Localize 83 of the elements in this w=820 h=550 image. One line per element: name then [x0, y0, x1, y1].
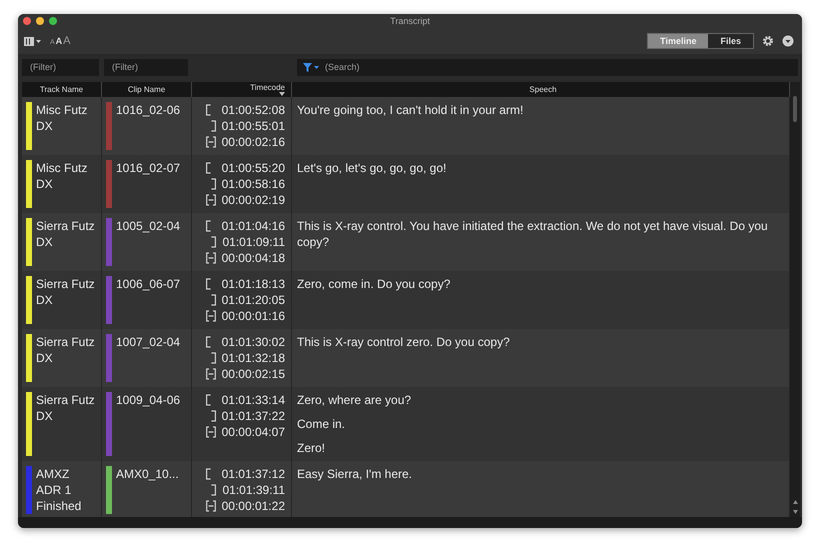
in-point-icon — [206, 336, 211, 348]
in-point-icon — [206, 162, 211, 174]
search-field[interactable]: (Search) — [297, 58, 798, 76]
in-point-icon — [206, 394, 211, 406]
search-input[interactable]: (Search) — [325, 62, 792, 72]
speech-text: Easy Sierra, I'm here. — [297, 466, 413, 482]
speech-text: Zero, come in. Do you copy? — [297, 276, 452, 292]
view-tab[interactable]: Files — [708, 34, 753, 48]
duration-icon — [206, 310, 216, 322]
timecode: 01:01:37:22 — [222, 408, 285, 424]
timecode: 00:00:04:18 — [222, 250, 285, 266]
speech-text: Come in. — [297, 416, 346, 432]
duration-icon — [206, 252, 216, 264]
columns-menu-icon[interactable] — [24, 36, 42, 46]
track-name: Misc Futz DX — [36, 102, 88, 135]
timecode: 00:00:01:16 — [222, 308, 285, 324]
speech-text: This is X-ray control. You have initiated the extraction. We do not yet have visual. Do you copy? — [297, 218, 769, 250]
timecode: 01:00:52:08 — [222, 102, 285, 118]
timecode: 01:01:30:02 — [222, 334, 285, 350]
timecode: 01:01:04:16 — [222, 218, 285, 234]
scrollbar[interactable] — [790, 82, 800, 517]
out-point-icon — [210, 294, 216, 306]
duration-icon — [206, 368, 216, 380]
timecode: 01:01:18:13 — [222, 276, 285, 292]
in-point-icon — [206, 468, 211, 480]
scroll-down-icon[interactable] — [792, 510, 798, 514]
window-title: Transcript — [390, 16, 430, 26]
settings-icon[interactable] — [762, 35, 774, 47]
timecode: 00:00:02:15 — [222, 366, 285, 382]
timecode: 01:01:09:11 — [222, 234, 285, 250]
out-point-icon — [210, 410, 216, 422]
out-point-icon — [210, 352, 216, 364]
track-name: Sierra Futz DX — [36, 334, 96, 367]
track-name: Misc Futz DX — [36, 160, 88, 193]
duration-icon — [206, 500, 216, 512]
timecode: 01:01:33:14 — [222, 392, 285, 408]
track-name: Sierra Futz DX — [36, 392, 96, 425]
track-name: Sierra Futz DX — [36, 218, 96, 251]
zoom-button[interactable] — [49, 17, 57, 25]
clip-name: 1005_02-04 — [116, 218, 180, 235]
clip-name: 1007_02-04 — [116, 334, 180, 351]
speech-text: Zero! — [297, 440, 326, 456]
dropdown-icon[interactable] — [782, 35, 794, 47]
timecode: 01:01:37:12 — [222, 466, 285, 482]
timecode: 00:00:04:07 — [222, 424, 285, 440]
out-point-icon — [211, 236, 216, 248]
track-filter-field[interactable]: (Filter) — [22, 58, 99, 76]
duration-icon — [206, 136, 216, 148]
timecode: 00:00:02:19 — [222, 192, 285, 208]
in-point-icon — [206, 278, 211, 290]
clip-name: AMX0_10... — [116, 466, 179, 483]
in-point-icon — [206, 220, 211, 232]
timecode: 00:00:02:16 — [222, 134, 285, 150]
speech-text: Zero, where are you? — [297, 392, 412, 408]
timecode: 01:01:20:05 — [222, 292, 285, 308]
timecode: 01:00:55:01 — [222, 118, 285, 134]
timecode: 01:00:58:16 — [222, 176, 285, 192]
speech-text: Let's go, let's go, go, go, go! — [297, 160, 448, 176]
out-point-icon — [211, 484, 216, 496]
duration-icon — [206, 194, 216, 206]
timecode: 01:00:55:20 — [222, 160, 285, 176]
minimize-button[interactable] — [36, 17, 44, 25]
text-size-button[interactable]: A — [63, 36, 71, 46]
text-size-button[interactable]: A — [56, 36, 62, 46]
clip-filter-field[interactable]: (Filter) — [104, 58, 188, 76]
out-point-icon — [210, 120, 216, 132]
timecode: 01:01:39:11 — [222, 482, 285, 498]
duration-icon — [206, 426, 216, 438]
filter-icon[interactable] — [303, 62, 319, 72]
speech-text: This is X-ray control zero. Do you copy? — [297, 334, 511, 350]
track-name: Sierra Futz DX — [36, 276, 96, 309]
close-button[interactable] — [23, 17, 31, 25]
speech-text: You're going too, I can't hold it in your arm! — [297, 102, 524, 118]
scroll-up-icon[interactable] — [792, 500, 798, 504]
clip-name: 1016_02-07 — [116, 160, 180, 177]
timecode: 01:01:32:18 — [222, 350, 285, 366]
clip-name: 1009_04-06 — [116, 392, 180, 409]
out-point-icon — [210, 178, 216, 190]
clip-name: 1016_02-06 — [116, 102, 180, 119]
clip-name: 1006_06-07 — [116, 276, 180, 293]
track-name: AMXZ ADR 1 Finished — [36, 466, 82, 514]
timecode: 00:00:01:22 — [222, 498, 285, 514]
in-point-icon — [206, 104, 211, 116]
